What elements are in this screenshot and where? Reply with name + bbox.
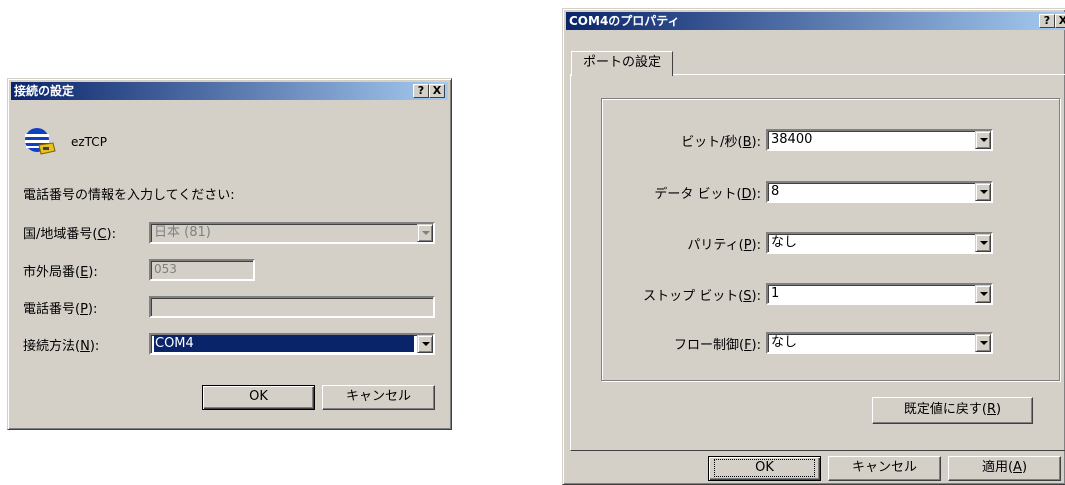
chevron-down-icon[interactable]	[975, 285, 991, 303]
dialog-title: 接続の設定	[14, 84, 75, 98]
ok-button[interactable]: OK	[202, 385, 315, 410]
tab-port-settings[interactable]: ポートの設定	[571, 51, 673, 76]
phone-number-field[interactable]	[149, 296, 435, 318]
connection-settings-dialog: 接続の設定 ? X ezTCP 電話番号の情報を入力してください: 国/地域番号…	[7, 78, 452, 430]
chevron-down-icon[interactable]	[417, 335, 433, 353]
bits-per-second-label: ビット/秒(B):	[681, 135, 761, 150]
help-button[interactable]: ?	[1039, 14, 1055, 28]
country-code-label: 国/地域番号(C):	[23, 227, 116, 242]
cancel-button[interactable]: キャンセル	[828, 456, 941, 481]
connection-icon	[23, 127, 57, 157]
stop-bits-label: ストップ ビット(S):	[643, 289, 761, 304]
chevron-down-icon[interactable]	[975, 234, 991, 252]
chevron-down-icon[interactable]	[417, 224, 433, 242]
dialog-title-bar[interactable]: COM4のプロパティ	[566, 12, 1065, 30]
connection-name: ezTCP	[71, 135, 107, 149]
parity-dropdown[interactable]: なし	[766, 232, 993, 254]
chevron-down-icon[interactable]	[975, 183, 991, 201]
dialog-title: COM4のプロパティ	[569, 14, 680, 28]
bits-per-second-dropdown[interactable]: 38400	[766, 129, 993, 151]
connection-method-dropdown[interactable]: COM4	[149, 333, 435, 355]
close-button[interactable]: X	[429, 84, 445, 98]
stop-bits-dropdown[interactable]: 1	[766, 283, 993, 305]
com4-properties-dialog: COM4のプロパティ ? X ポートの設定 ビット/秒(B): 38400 デー…	[562, 8, 1065, 485]
instruction-text: 電話番号の情報を入力してください:	[23, 188, 235, 203]
flow-control-dropdown[interactable]: なし	[766, 332, 993, 354]
phone-number-label: 電話番号(P):	[23, 302, 98, 317]
ok-button[interactable]: OK	[708, 456, 821, 481]
area-code-label: 市外局番(E):	[23, 265, 98, 280]
chevron-down-icon[interactable]	[975, 131, 991, 149]
cancel-button[interactable]: キャンセル	[322, 385, 435, 410]
flow-control-label: フロー制御(F):	[673, 338, 761, 353]
parity-label: パリティ(P):	[687, 238, 761, 253]
chevron-down-icon[interactable]	[975, 334, 991, 352]
close-button[interactable]: X	[1055, 14, 1065, 28]
apply-button[interactable]: 適用(A)	[948, 456, 1061, 481]
country-code-dropdown[interactable]: 日本 (81)	[149, 222, 435, 244]
dialog-title-bar[interactable]: 接続の設定	[11, 82, 448, 100]
data-bits-dropdown[interactable]: 8	[766, 181, 993, 203]
connection-method-label: 接続方法(N):	[23, 339, 100, 354]
restore-defaults-button[interactable]: 既定値に戻す(R)	[872, 397, 1033, 424]
area-code-field[interactable]: 053	[149, 259, 255, 281]
help-button[interactable]: ?	[413, 84, 429, 98]
data-bits-label: データ ビット(D):	[654, 187, 761, 202]
